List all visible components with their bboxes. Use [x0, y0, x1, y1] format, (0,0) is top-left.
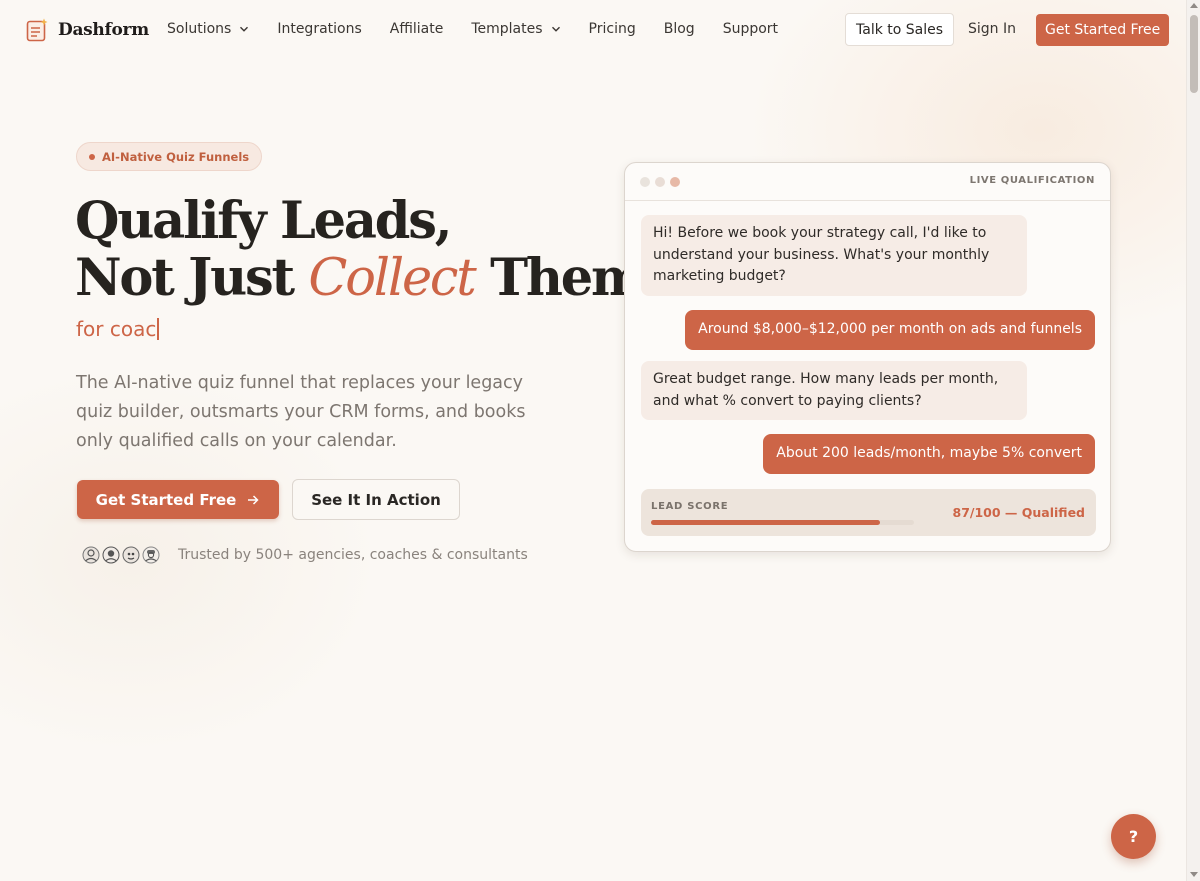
nav-item-affiliate[interactable]: Affiliate [390, 21, 444, 37]
nav-item-label: Support [722, 21, 779, 37]
nav-item-label: Solutions [167, 21, 232, 37]
typing-cursor [157, 318, 159, 340]
help-button[interactable]: ? [1111, 814, 1156, 859]
sign-in-link[interactable]: Sign In [968, 21, 1016, 37]
hero-subtitle: The AI-native quiz funnel that replaces … [76, 373, 526, 451]
nav-item-templates[interactable]: Templates [471, 21, 560, 37]
person-avatar-icon [122, 546, 140, 564]
page-scrollbar[interactable] [1186, 0, 1200, 881]
logo[interactable]: Dashform [26, 18, 149, 42]
typed-audience-text: for coac [76, 317, 159, 341]
window-dot [655, 177, 665, 187]
window-dots [640, 177, 685, 187]
person-avatar-icon [82, 546, 100, 564]
badge-dot-icon [89, 153, 95, 160]
card-header: LIVE QUALIFICATION [625, 163, 1110, 201]
user-message: About 200 leads/month, maybe 5% convert [763, 434, 1095, 474]
trust-row: Trusted by 500+ agencies, coaches & cons… [82, 546, 528, 564]
nav-item-integrations[interactable]: Integrations [277, 21, 361, 37]
hero-badge: AI-Native Quiz Funnels [76, 142, 263, 171]
headline-line-2-end: Them [474, 248, 645, 308]
lead-score-fill [651, 520, 880, 525]
badge-label: AI-Native Quiz Funnels [102, 149, 250, 164]
headline-line-2-start: Not Just [75, 248, 309, 308]
bot-message: Hi! Before we book your strategy call, I… [641, 215, 1027, 296]
live-qualification-card: LIVE QUALIFICATION Hi! Before we book yo… [624, 162, 1111, 552]
person-avatar-icon [142, 546, 160, 564]
nav-item-label: Pricing [588, 21, 636, 37]
scroll-up-icon[interactable] [1190, 3, 1198, 8]
lead-score-label: LEAD SCORE [651, 501, 729, 512]
scroll-down-icon[interactable] [1190, 872, 1198, 877]
lead-score-progress-bar [651, 520, 914, 525]
person-avatar-icon [102, 546, 120, 564]
lead-score-value: 87/100 — Qualified [952, 505, 1085, 520]
chevron-down-icon [240, 26, 249, 32]
card-label: LIVE QUALIFICATION [969, 175, 1095, 186]
bot-message: Great budget range. How many leads per m… [641, 361, 1027, 420]
trust-text: Trusted by 500+ agencies, coaches & cons… [178, 547, 528, 563]
hero-headline: Qualify Leads, Not Just Collect Them [75, 191, 645, 308]
brand-name: Dashform [58, 20, 149, 40]
cta-primary-label: Get Started Free [95, 490, 237, 509]
scroll-thumb[interactable] [1190, 15, 1198, 93]
nav-links: Solutions Integrations Affiliate Templat… [167, 21, 806, 37]
get-started-nav-button[interactable]: Get Started Free [1036, 14, 1170, 46]
nav-item-support[interactable]: Support [723, 21, 778, 37]
lead-score-panel: LEAD SCORE 87/100 — Qualified [641, 489, 1096, 536]
nav-item-label: Blog [663, 21, 695, 37]
user-message: Around $8,000–$12,000 per month on ads a… [685, 310, 1095, 350]
nav-item-solutions[interactable]: Solutions [167, 21, 249, 37]
nav-item-blog[interactable]: Blog [664, 21, 695, 37]
nav-item-pricing[interactable]: Pricing [589, 21, 636, 37]
avatar-group [82, 546, 162, 564]
arrow-right-icon [248, 494, 259, 505]
form-sparkle-icon [26, 18, 48, 42]
get-started-button[interactable]: Get Started Free [77, 480, 279, 519]
nav-item-label: Affiliate [389, 21, 444, 37]
window-dot [670, 177, 680, 187]
talk-to-sales-button[interactable]: Talk to Sales [845, 13, 955, 46]
top-navigation: Dashform Solutions Integrations Affiliat… [0, 0, 1186, 60]
chevron-down-icon [551, 26, 560, 32]
see-it-in-action-button[interactable]: See It In Action [292, 479, 460, 520]
headline-line-1: Qualify Leads, [75, 191, 453, 251]
nav-item-label: Integrations [277, 21, 362, 37]
typed-text: for coac [76, 317, 157, 341]
headline-accent-word: Collect [308, 249, 476, 308]
nav-item-label: Templates [471, 21, 543, 37]
window-dot [640, 177, 650, 187]
